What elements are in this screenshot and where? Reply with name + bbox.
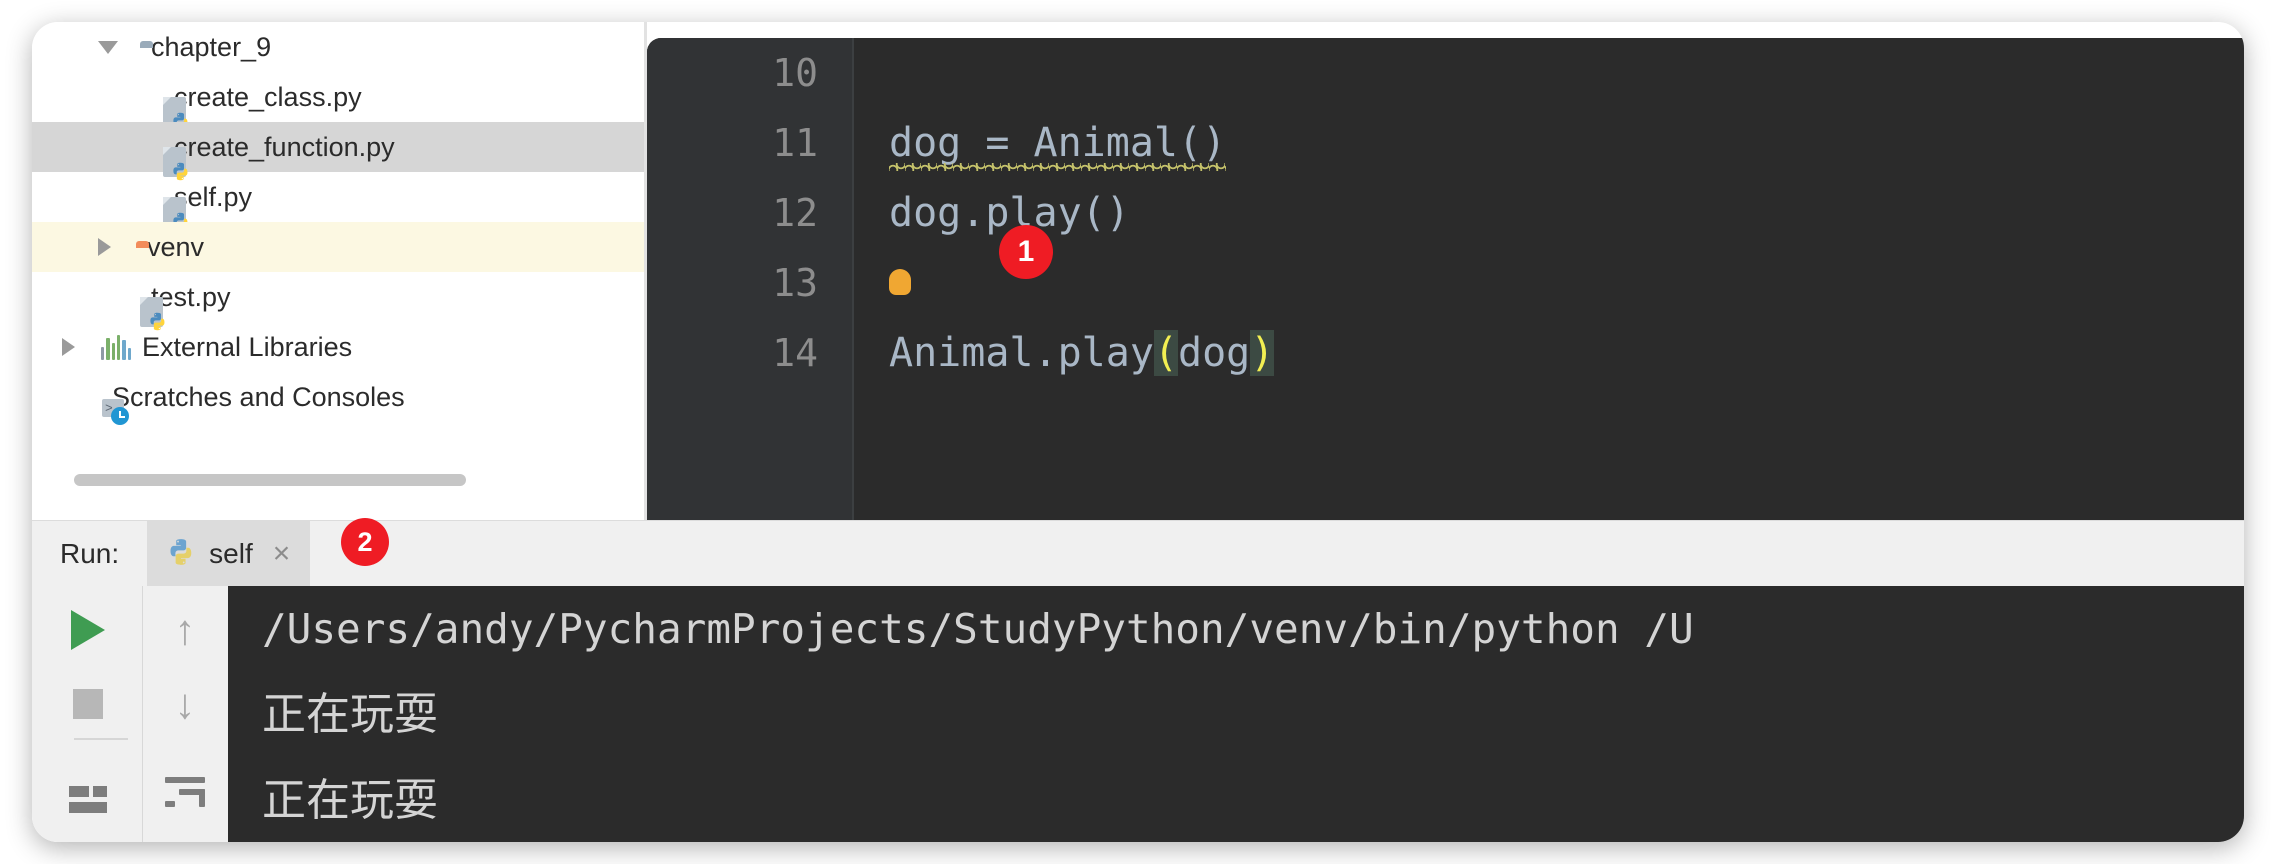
top-area: chapter_9 create_class.py create_functio… [32, 22, 2244, 520]
code-line-12[interactable]: dog.play() [854, 178, 2244, 248]
python-snake-icon [167, 538, 195, 571]
console-line: 正在玩耍 [262, 689, 438, 740]
tab-self[interactable]: self × [147, 521, 311, 587]
tree-horizontal-scrollbar[interactable] [32, 470, 644, 492]
tree-item-scratches-and-consoles[interactable]: >_ Scratches and Consoles [32, 372, 644, 425]
run-console-output[interactable]: /Users/andy/PycharmProjects/StudyPython/… [228, 586, 2244, 842]
lightbulb-icon[interactable] [889, 269, 911, 295]
code-text: dog = Animal() [889, 108, 1227, 178]
tab-label: self [209, 538, 253, 569]
run-body: ↑ ↓ /Users/andy/PycharmProjects/StudyPyt… [32, 586, 2244, 842]
code-line-11[interactable]: dog = Animal() [854, 108, 2244, 178]
close-icon[interactable]: × [273, 539, 291, 569]
external-libraries-icon [101, 334, 131, 360]
console-line: 正在玩耍 [262, 775, 438, 826]
line-number: 10 [772, 51, 818, 95]
screenshot-root: chapter_9 create_class.py create_functio… [0, 0, 2276, 864]
tree-item-self[interactable]: self.py [32, 172, 644, 231]
chevron-right-icon[interactable] [62, 338, 75, 356]
layout-icon [69, 786, 107, 814]
run-toolbar-left [46, 586, 130, 842]
code-line-10[interactable] [854, 38, 2244, 108]
code-arg: dog [1178, 330, 1251, 376]
chevron-right-icon[interactable] [98, 238, 111, 256]
editor-gutter[interactable]: 10 11 12 13 14 [647, 38, 852, 520]
arrow-up-icon: ↑ [174, 606, 196, 653]
project-tree-panel[interactable]: chapter_9 create_class.py create_functio… [32, 22, 644, 520]
tree-item-label: create_class.py [174, 81, 362, 112]
tree-item-chapter_9[interactable]: chapter_9 [32, 22, 644, 72]
tree-item-label: Scratches and Consoles [112, 381, 405, 412]
brace-close-highlight: ) [1250, 330, 1275, 376]
stop-button[interactable] [64, 680, 112, 728]
tree-item-venv[interactable]: venv [32, 222, 644, 272]
brace-open-highlight: ( [1153, 330, 1178, 376]
chevron-down-icon[interactable] [98, 40, 118, 54]
run-button[interactable] [64, 606, 112, 654]
tree-item-label: chapter_9 [151, 31, 272, 62]
scroll-up-button[interactable]: ↑ [161, 606, 209, 654]
line-number: 12 [772, 191, 818, 235]
tree-item-create_class[interactable]: create_class.py [32, 72, 644, 131]
arrow-down-icon: ↓ [174, 680, 196, 727]
code-editor[interactable]: 10 11 12 13 14 dog = Animal() dog.play()… [647, 38, 2244, 520]
console-line: /Users/andy/PycharmProjects/StudyPython/… [262, 605, 1694, 653]
tree-item-label: venv [147, 231, 205, 262]
soft-wrap-button[interactable] [161, 768, 209, 816]
code-text: Animal.play [889, 330, 1154, 376]
scrollbar-thumb[interactable] [74, 474, 466, 486]
line-number: 11 [772, 121, 818, 165]
line-number: 14 [772, 331, 818, 375]
annotation-number: 2 [357, 526, 373, 557]
code-area[interactable]: dog = Animal() dog.play() Animal.play(do… [854, 38, 2244, 520]
tree-item-external-libraries[interactable]: External Libraries [32, 322, 644, 372]
tree-item-label: create_function.py [174, 131, 395, 162]
tree-item-create_function[interactable]: create_function.py [32, 122, 644, 181]
tree-item-test[interactable]: test.py [32, 272, 644, 331]
code-line-13[interactable] [854, 248, 2244, 318]
scroll-down-button[interactable]: ↓ [161, 680, 209, 728]
run-panel: Run: self × ↑ ↓ /Users/andy/PycharmProje… [32, 520, 2244, 842]
tree-item-label: External Libraries [142, 331, 353, 362]
pycharm-window: chapter_9 create_class.py create_functio… [32, 22, 2244, 842]
stop-icon [73, 689, 103, 719]
annotation-badge-1: 1 [999, 225, 1053, 279]
run-toolbar-right: ↑ ↓ [142, 586, 227, 842]
annotation-badge-2: 2 [341, 518, 389, 566]
annotation-number: 1 [1017, 235, 1035, 268]
run-label: Run: [60, 538, 120, 569]
play-icon [71, 610, 105, 650]
layout-button[interactable] [64, 776, 112, 824]
line-number: 13 [772, 261, 818, 305]
code-line-14[interactable]: Animal.play(dog) [854, 318, 2244, 388]
soft-wrap-icon [165, 777, 205, 807]
